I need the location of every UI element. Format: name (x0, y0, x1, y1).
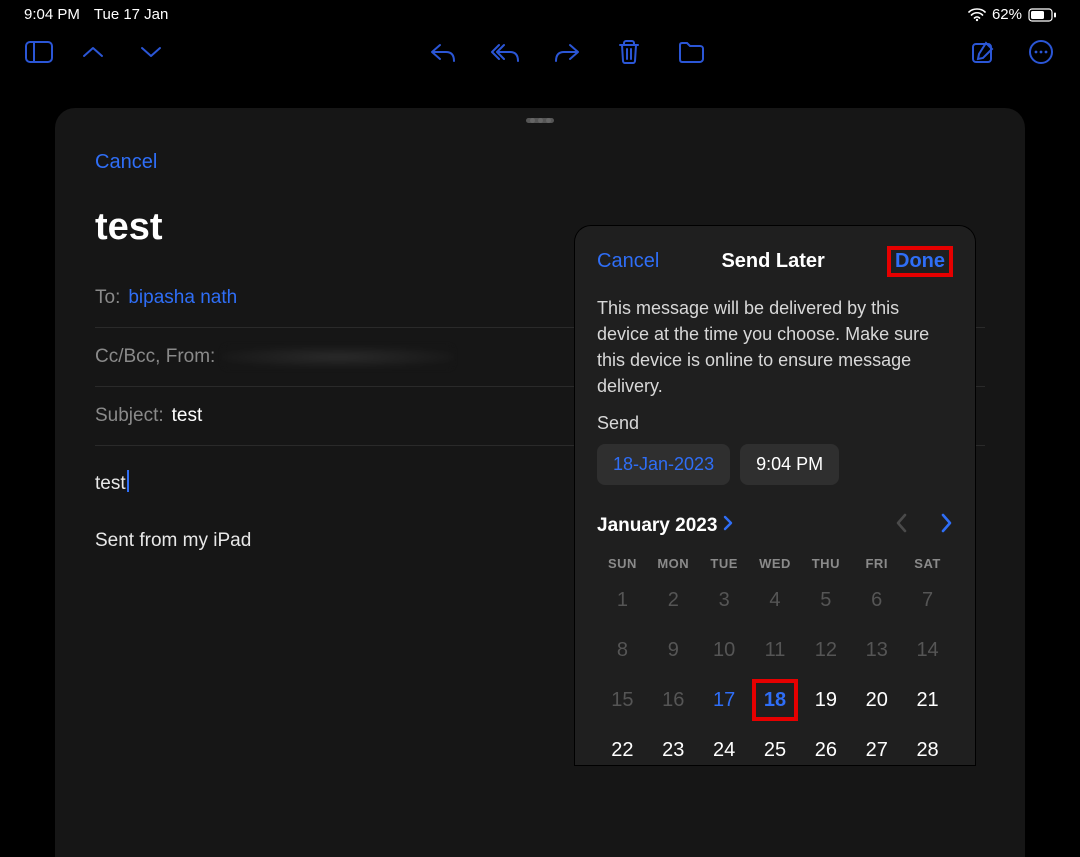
done-highlight: Done (887, 246, 953, 277)
next-month-button[interactable] (941, 513, 953, 538)
dow-label: WED (750, 556, 801, 571)
calendar-day: 9 (648, 635, 699, 665)
calendar-dow-row: SUNMONTUEWEDTHUFRISAT (597, 556, 953, 571)
folder-icon[interactable] (676, 39, 706, 65)
status-time: 9:04 PM (24, 6, 80, 23)
send-label: Send (597, 413, 953, 434)
battery-icon (1028, 8, 1056, 22)
calendar-day: 2 (648, 585, 699, 615)
text-caret (127, 470, 129, 492)
calendar-month-label: January 2023 (597, 515, 717, 537)
calendar-day: 5 (800, 585, 851, 615)
calendar-day[interactable]: 27 (851, 735, 902, 765)
calendar-day: 1 (597, 585, 648, 615)
dow-label: FRI (851, 556, 902, 571)
trash-icon[interactable] (614, 39, 644, 65)
body-text: test (95, 473, 126, 494)
compose-icon[interactable] (968, 39, 998, 65)
status-battery-text: 62% (992, 6, 1022, 23)
calendar-day: 7 (902, 585, 953, 615)
more-icon[interactable] (1026, 39, 1056, 65)
calendar-day[interactable]: 25 (750, 735, 801, 765)
dow-label: MON (648, 556, 699, 571)
selected-day-highlight: 18 (752, 679, 798, 721)
calendar-day: 14 (902, 635, 953, 665)
calendar-day[interactable]: 19 (800, 685, 851, 715)
reply-all-icon[interactable] (490, 39, 520, 65)
calendar-day: 6 (851, 585, 902, 615)
calendar-day: 10 (699, 635, 750, 665)
calendar-day: 16 (648, 685, 699, 715)
subject-label: Subject: (95, 405, 164, 427)
dow-label: THU (800, 556, 851, 571)
subject-value: test (172, 405, 203, 427)
ccbcc-label: Cc/Bcc, From: (95, 346, 215, 368)
calendar-day: 11 (750, 635, 801, 665)
date-chip[interactable]: 18-Jan-2023 (597, 444, 730, 485)
calendar-day[interactable]: 26 (800, 735, 851, 765)
reply-icon[interactable] (428, 39, 458, 65)
dow-label: TUE (699, 556, 750, 571)
from-value-redacted (223, 346, 453, 368)
calendar-day[interactable]: 18 (764, 685, 786, 715)
calendar-day[interactable]: 21 (902, 685, 953, 715)
to-label: To: (95, 287, 120, 309)
calendar-day[interactable]: 23 (648, 735, 699, 765)
calendar-day[interactable]: 20 (851, 685, 902, 715)
calendar-day: 15 (597, 685, 648, 715)
calendar-day: 13 (851, 635, 902, 665)
calendar-day: 12 (800, 635, 851, 665)
wifi-icon (968, 8, 986, 22)
chevron-down-icon[interactable] (136, 39, 166, 65)
calendar-day[interactable]: 22 (597, 735, 648, 765)
to-value: bipasha nath (128, 287, 237, 309)
forward-icon[interactable] (552, 39, 582, 65)
dow-label: SUN (597, 556, 648, 571)
status-date: Tue 17 Jan (94, 6, 169, 23)
prev-month-button[interactable] (895, 513, 907, 538)
sendlater-popover: Cancel Send Later Done This message will… (575, 226, 975, 765)
calendar-day: 4 (750, 585, 801, 615)
done-button[interactable]: Done (895, 250, 945, 272)
calendar-day: 3 (699, 585, 750, 615)
popover-title: Send Later (721, 250, 824, 273)
time-chip[interactable]: 9:04 PM (740, 444, 839, 485)
dow-label: SAT (902, 556, 953, 571)
popover-description: This message will be delivered by this d… (597, 295, 953, 399)
chevron-up-icon[interactable] (78, 39, 108, 65)
sheet-grabber-icon[interactable] (526, 118, 554, 123)
sidebar-toggle-icon[interactable] (24, 39, 54, 65)
calendar-grid: 1234567891011121314151617181920212223242… (597, 585, 953, 765)
cancel-button[interactable]: Cancel (95, 151, 157, 173)
popover-cancel-button[interactable]: Cancel (597, 250, 659, 273)
chevron-right-icon (723, 515, 733, 537)
calendar-month-button[interactable]: January 2023 (597, 515, 733, 537)
mail-toolbar (0, 25, 1080, 75)
calendar-day: 8 (597, 635, 648, 665)
status-bar: 9:04 PM Tue 17 Jan 62% (0, 0, 1080, 25)
calendar-day[interactable]: 28 (902, 735, 953, 765)
calendar-day[interactable]: 17 (699, 685, 750, 715)
calendar-day[interactable]: 24 (699, 735, 750, 765)
